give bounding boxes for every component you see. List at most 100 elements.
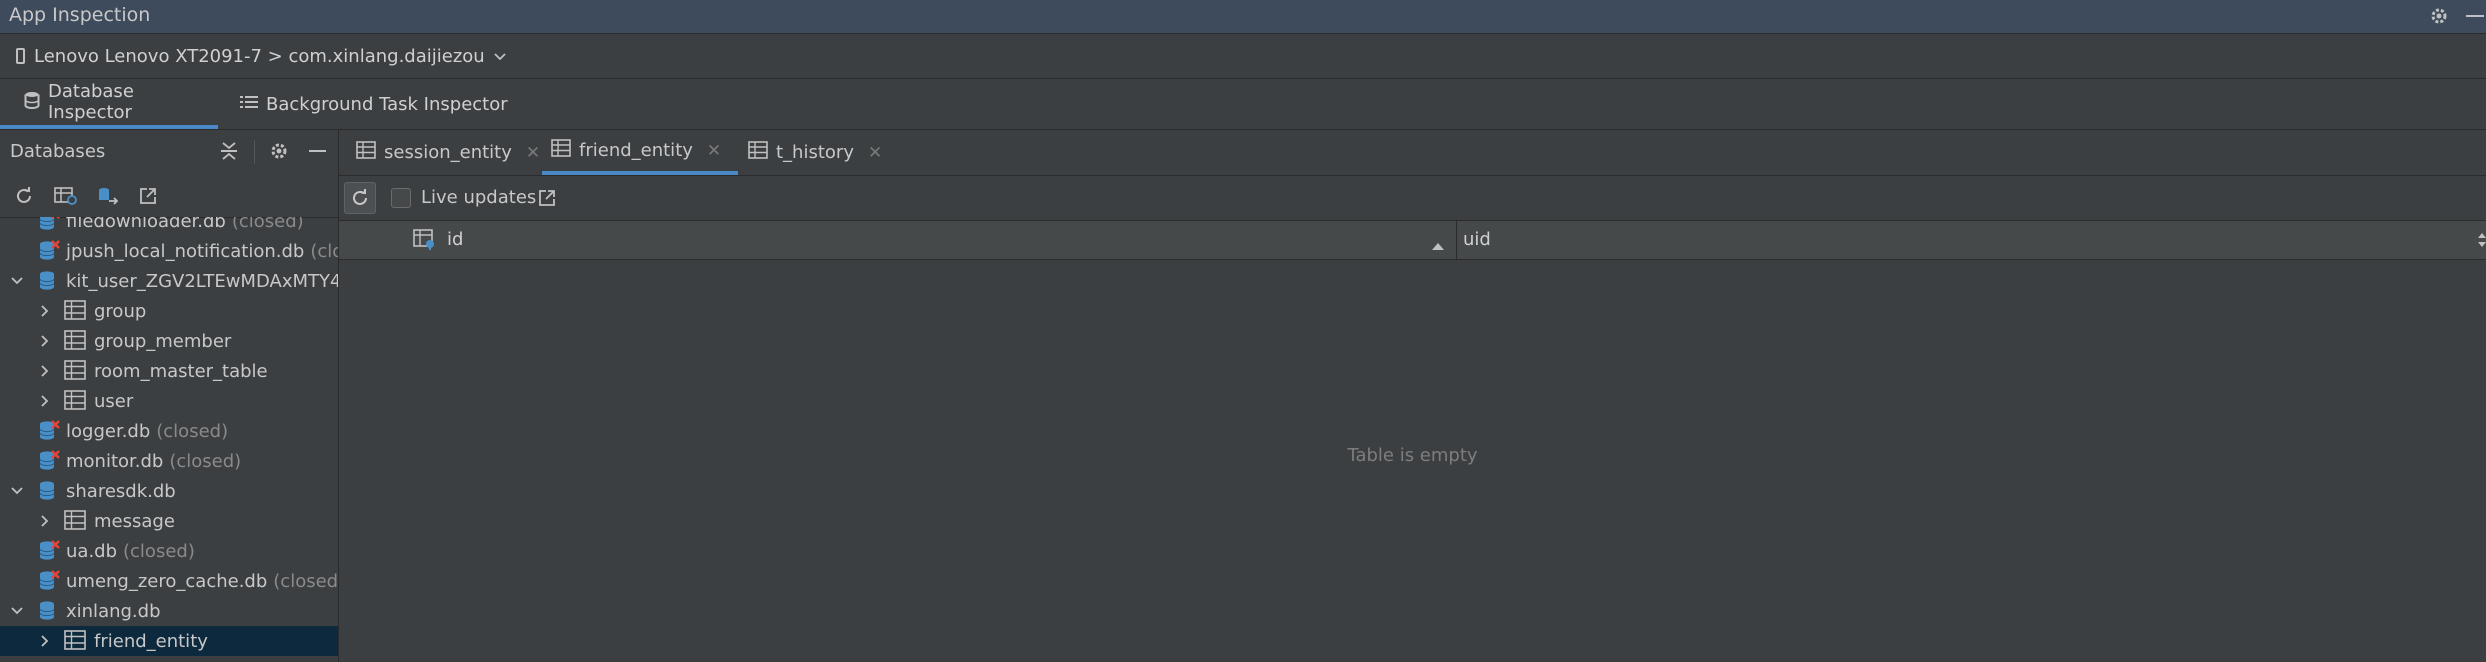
sort-ascending-icon[interactable]	[1431, 235, 1445, 256]
node-name: sharesdk.db	[66, 480, 176, 502]
closed-status: (closed)	[123, 540, 195, 562]
table-icon	[356, 141, 376, 164]
table-node[interactable]: group_member	[0, 326, 338, 356]
table-icon	[64, 630, 86, 652]
tree-item-label: umeng_zero_cache.db (closed)	[66, 571, 338, 592]
editor-tabs: session_entity ✕ friend_entity ✕ t_histo…	[339, 130, 2486, 176]
node-name: user	[94, 390, 134, 412]
minimize-icon[interactable]	[309, 150, 326, 152]
chevron-right-icon[interactable]	[35, 391, 55, 411]
panel-title: Databases	[10, 141, 106, 162]
database-node[interactable]: jpush_local_notification.db(closed)	[0, 236, 338, 266]
device-selector[interactable]: Lenovo Lenovo XT2091-7 > com.xinlang.dai…	[16, 44, 506, 68]
chevron-right-icon[interactable]	[35, 331, 55, 351]
live-updates-checkbox[interactable]	[391, 188, 411, 208]
node-name: group	[94, 300, 147, 322]
tree-item-label: ua.db (closed)	[66, 541, 195, 562]
tree-item-label: group	[94, 301, 146, 322]
export-db-icon[interactable]	[96, 185, 118, 207]
tree-item-label: jpush_local_notification.db(closed)	[66, 241, 338, 262]
tab-label: friend_entity	[579, 140, 693, 161]
table-header: id uid	[339, 221, 2486, 260]
live-updates-label[interactable]: Live updates	[421, 187, 536, 208]
database-node[interactable]: filedownloader.db (closed)	[0, 217, 338, 236]
tab-friend-entity[interactable]: friend_entity ✕	[542, 130, 739, 175]
table-icon	[551, 139, 571, 162]
node-name: monitor.db	[66, 450, 164, 472]
window-title-bar: App Inspection	[0, 0, 2486, 34]
tab-label: t_history	[776, 142, 854, 163]
closed-status: (closed)	[310, 240, 338, 262]
tree-item-label: message	[94, 511, 175, 532]
refresh-table-button[interactable]	[344, 182, 376, 214]
table-node[interactable]: group	[0, 296, 338, 326]
table-icon	[64, 300, 86, 322]
column-header-id[interactable]: id	[409, 221, 1457, 259]
database-node[interactable]: umeng_zero_cache.db (closed)	[0, 566, 338, 596]
chevron-down-icon[interactable]	[7, 601, 27, 621]
databases-tree: filedownloader.db (closed) jpush_local_not…	[0, 217, 338, 662]
chevron-right-icon[interactable]	[35, 631, 55, 651]
database-node[interactable]: sharesdk.db	[0, 476, 338, 506]
settings-icon[interactable]	[2428, 5, 2450, 27]
database-node[interactable]: xinlang.db	[0, 596, 338, 626]
column-header-uid[interactable]: uid	[1457, 221, 2486, 259]
primary-key-icon	[413, 229, 439, 256]
tree-item-label: room_master_table	[94, 361, 268, 382]
refresh-icon[interactable]	[13, 185, 35, 207]
tab-database-inspector[interactable]: Database Inspector	[0, 79, 218, 129]
db-icon	[38, 600, 60, 622]
sort-icon[interactable]	[2477, 231, 2486, 254]
close-icon[interactable]: ✕	[707, 141, 721, 161]
tab-session-entity[interactable]: session_entity ✕	[356, 130, 540, 175]
database-icon	[24, 91, 40, 114]
tab-label: Database Inspector	[48, 81, 134, 123]
node-name: group_member	[94, 330, 232, 352]
db-closed-icon	[38, 217, 60, 232]
db-icon	[38, 480, 60, 502]
tree-item-label: friend_entity	[94, 631, 208, 652]
tree-item-label: kit_user_ZGV2LTEwMDAxMTY4M	[66, 271, 338, 292]
node-name: xinlang.db	[66, 600, 161, 622]
table-node[interactable]: message	[0, 506, 338, 536]
database-node[interactable]: monitor.db (closed)	[0, 446, 338, 476]
node-name: logger.db	[66, 420, 151, 442]
table-node[interactable]: user	[0, 386, 338, 416]
db-closed-icon	[38, 450, 60, 472]
table-node[interactable]: friend_entity	[0, 626, 338, 656]
node-name: room_master_table	[94, 360, 268, 382]
close-icon[interactable]: ✕	[526, 143, 540, 163]
chevron-down-icon	[494, 46, 506, 67]
open-external-icon[interactable]	[137, 185, 159, 207]
database-node[interactable]: ua.db (closed)	[0, 536, 338, 566]
tab-t-history[interactable]: t_history ✕	[748, 130, 882, 175]
window-title: App Inspection	[9, 4, 151, 26]
databases-panel-header: Databases	[0, 130, 338, 173]
gear-icon[interactable]	[268, 140, 290, 162]
query-table-icon[interactable]	[54, 185, 78, 207]
tree-item-label: sharesdk.db	[66, 481, 176, 502]
chevron-down-icon[interactable]	[7, 271, 27, 291]
chevron-right-icon[interactable]	[35, 511, 55, 531]
database-node[interactable]: logger.db (closed)	[0, 416, 338, 446]
node-name: friend_entity	[94, 630, 208, 652]
device-selector-row: Lenovo Lenovo XT2091-7 > com.xinlang.dai…	[0, 34, 2486, 79]
minimize-icon[interactable]	[2466, 15, 2484, 17]
db-closed-icon	[38, 420, 60, 442]
chevron-right-icon[interactable]	[35, 301, 55, 321]
collapse-all-icon[interactable]	[218, 140, 240, 162]
tab-background-task-inspector[interactable]: Background Task Inspector	[240, 79, 508, 129]
tree-item-label: xinlang.db	[66, 601, 161, 622]
table-icon	[64, 360, 86, 382]
database-node[interactable]: kit_user_ZGV2LTEwMDAxMTY4M	[0, 266, 338, 296]
close-icon[interactable]: ✕	[868, 143, 882, 163]
chevron-down-icon[interactable]	[7, 481, 27, 501]
table-node[interactable]: room_master_table	[0, 356, 338, 386]
table-icon	[64, 330, 86, 352]
table-icon	[748, 141, 768, 164]
open-external-icon[interactable]	[536, 187, 558, 209]
refresh-icon	[353, 189, 367, 205]
chevron-right-icon[interactable]	[35, 361, 55, 381]
node-name: jpush_local_notification.db	[66, 240, 305, 262]
inspector-tabs: Database Inspector Background Task Inspe…	[0, 79, 2486, 130]
